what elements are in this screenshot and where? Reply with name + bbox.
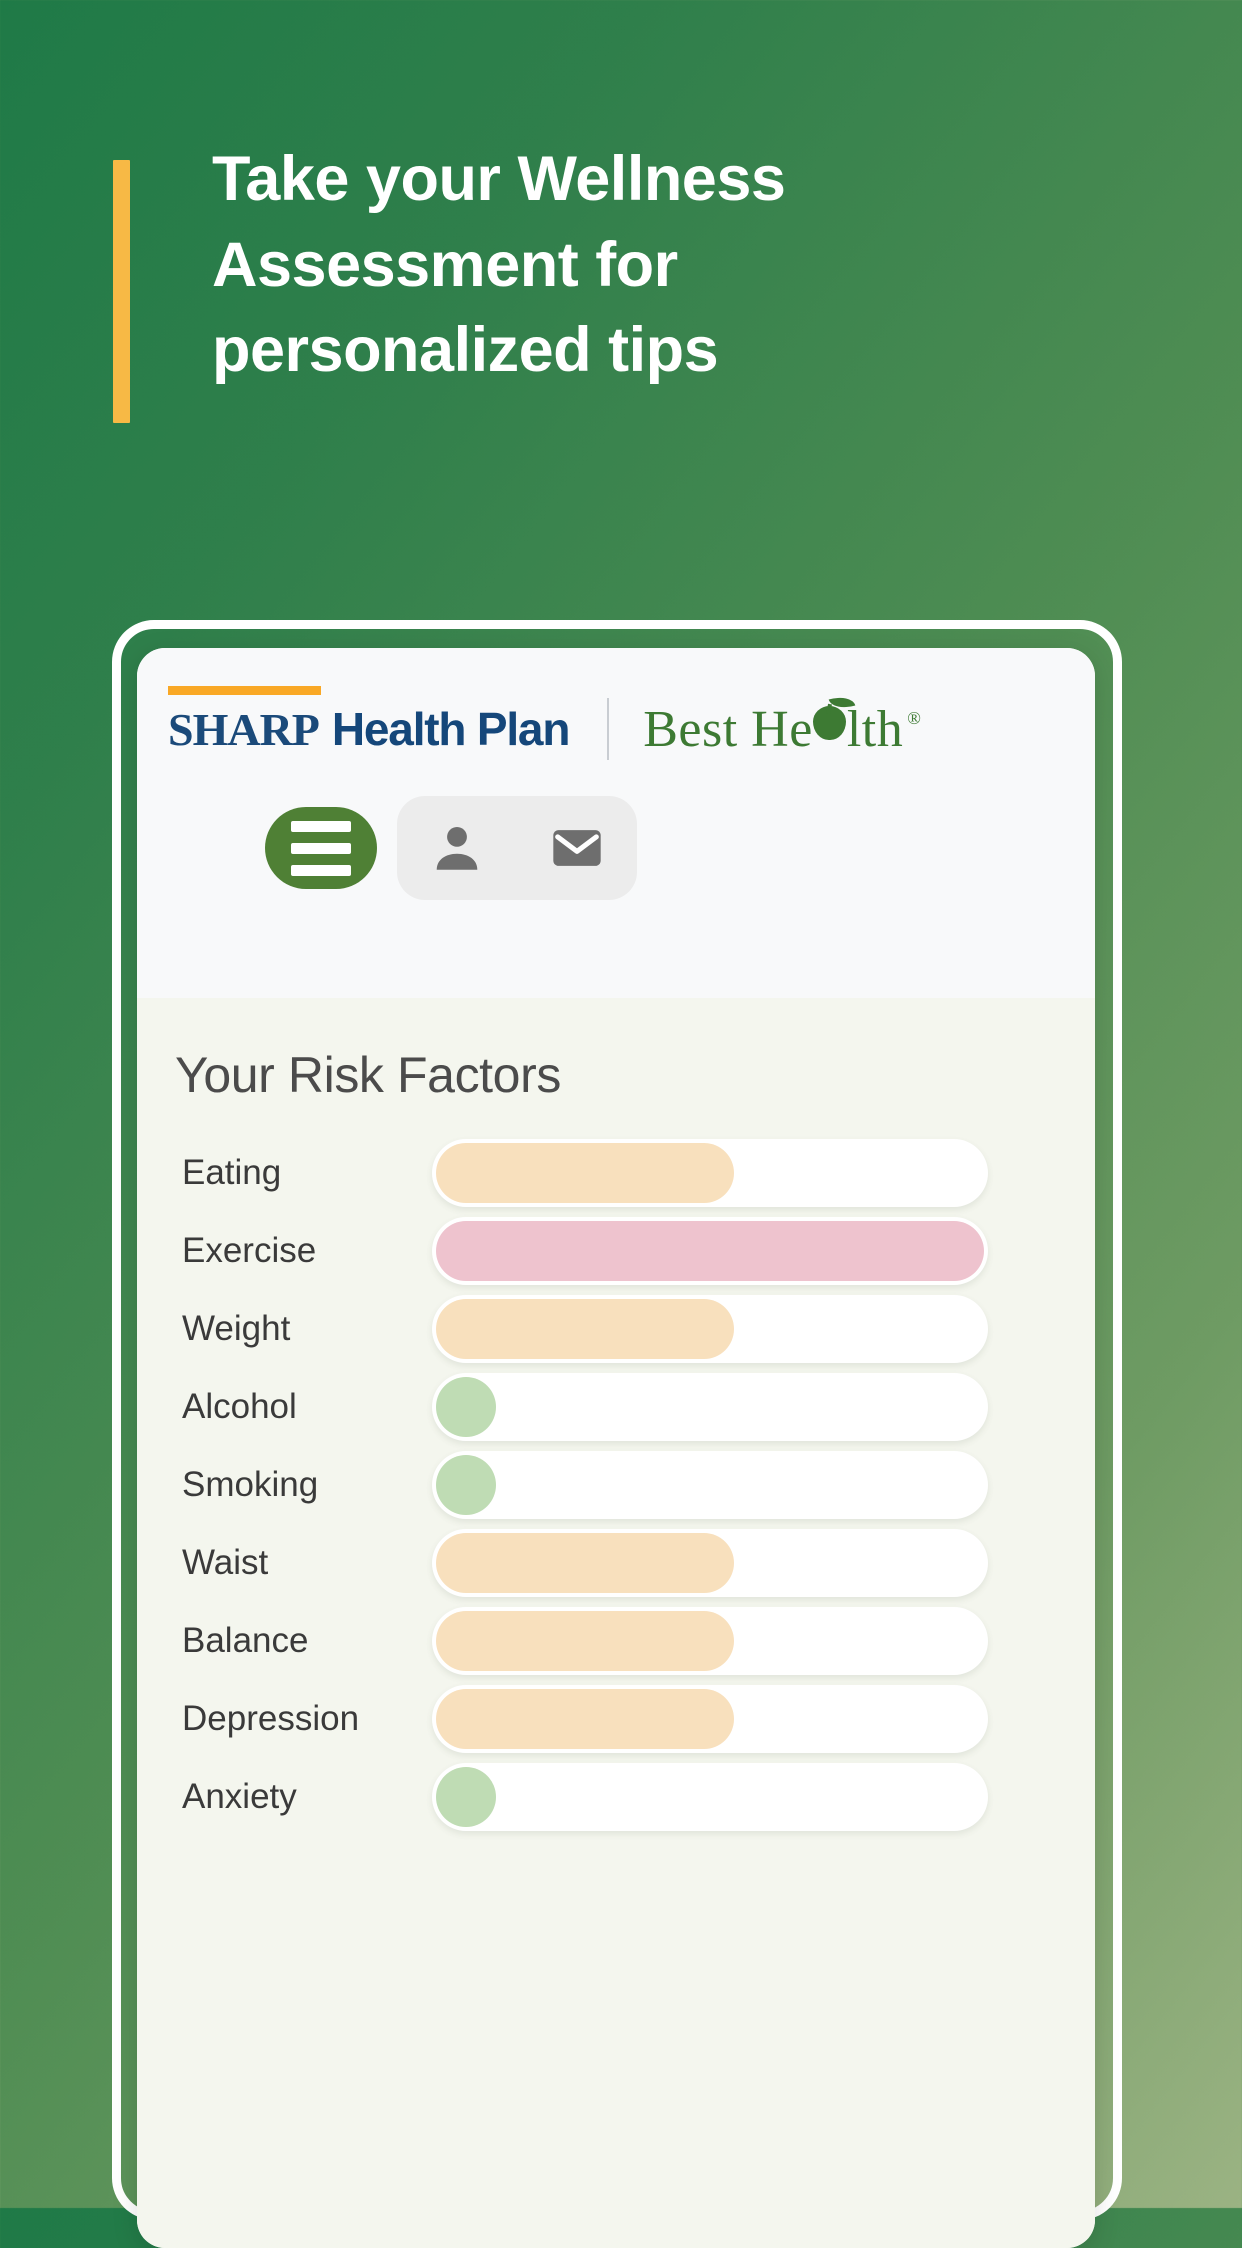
risk-factor-fill [436,1142,734,1203]
risk-factor-list: Eating Exercise Weight Alcohol Smoking Waist B… [137,1134,1095,1836]
risk-factor-label: Depression [182,1698,360,1738]
app-header: SHARP Health Plan Best He lth ® [137,648,1095,998]
risk-factor-label: Weight [182,1308,291,1348]
app-nav-row [137,784,1095,912]
risk-factor-label: Alcohol [182,1386,297,1426]
risk-factor-label: Smoking [182,1464,319,1504]
risk-factor-row[interactable]: Balance [137,1602,1095,1679]
risk-factor-label: Anxiety [182,1776,297,1816]
risk-factor-track [432,1294,988,1363]
sharp-logo-word: SHARP [168,704,320,755]
risk-factor-track [432,1138,988,1207]
hamburger-icon-line [291,842,351,854]
risk-factor-fill [436,1298,734,1359]
risk-factor-row[interactable]: Exercise [137,1212,1095,1289]
page-title: Your Risk Factors [175,1047,561,1103]
risk-factor-fill [436,1454,496,1515]
risk-factor-track [432,1372,988,1441]
risk-factors-panel: Your Risk Factors Eating Exercise Weight Al… [137,998,1095,2248]
account-button[interactable] [428,819,486,877]
risk-factor-row[interactable]: Weight [137,1290,1095,1367]
phone-screen: SHARP Health Plan Best He lth ® Your Ris… [137,648,1095,2248]
risk-factor-track [432,1450,988,1519]
hamburger-icon-line [291,864,351,876]
risk-factor-row[interactable]: Depression [137,1680,1095,1757]
person-icon [436,826,478,870]
hamburger-icon-line [291,820,351,832]
risk-factor-track [432,1216,988,1285]
risk-factor-fill [436,1610,734,1671]
envelope-icon [553,830,601,866]
risk-factor-row[interactable]: Eating [137,1134,1095,1211]
risk-factor-fill [436,1220,984,1281]
header-icon-group [397,796,637,900]
hamburger-menu-button[interactable] [265,807,377,889]
risk-factor-track [432,1528,988,1597]
brand-divider [607,698,610,760]
risk-factor-row[interactable]: Alcohol [137,1368,1095,1445]
hero-title: Take your Wellness Assessment for person… [212,144,786,386]
sharp-logo-subtitle: Health Plan [331,703,571,755]
hero-banner: Take your Wellness Assessment for person… [0,0,1242,470]
risk-factor-fill [436,1376,496,1437]
best-health-text-pre: Best He [643,700,813,758]
sharp-logo-rule [168,686,321,695]
risk-factor-fill [436,1766,496,1827]
risk-factor-row[interactable]: Waist [137,1524,1095,1601]
risk-factor-row[interactable]: Anxiety [137,1758,1095,1835]
best-health-text-post: lth [846,700,904,758]
best-health-logo[interactable]: Best He lth ® [643,692,922,759]
risk-factor-track [432,1762,988,1831]
hero-accent-bar [113,160,130,423]
risk-factor-label: Waist [182,1542,269,1582]
risk-factor-track [432,1606,988,1675]
sharp-health-plan-logo[interactable]: SHARP Health Plan [168,686,571,756]
risk-factor-track [432,1684,988,1753]
messages-button[interactable] [548,819,606,877]
risk-factor-fill [436,1688,734,1749]
brand-bar: SHARP Health Plan Best He lth ® [137,686,1095,772]
risk-factor-fill [436,1532,734,1593]
risk-factor-label: Eating [182,1152,282,1192]
risk-factor-row[interactable]: Smoking [137,1446,1095,1523]
risk-factor-label: Balance [182,1620,309,1660]
registered-trademark-icon: ® [907,707,922,728]
risk-factor-label: Exercise [182,1230,317,1270]
